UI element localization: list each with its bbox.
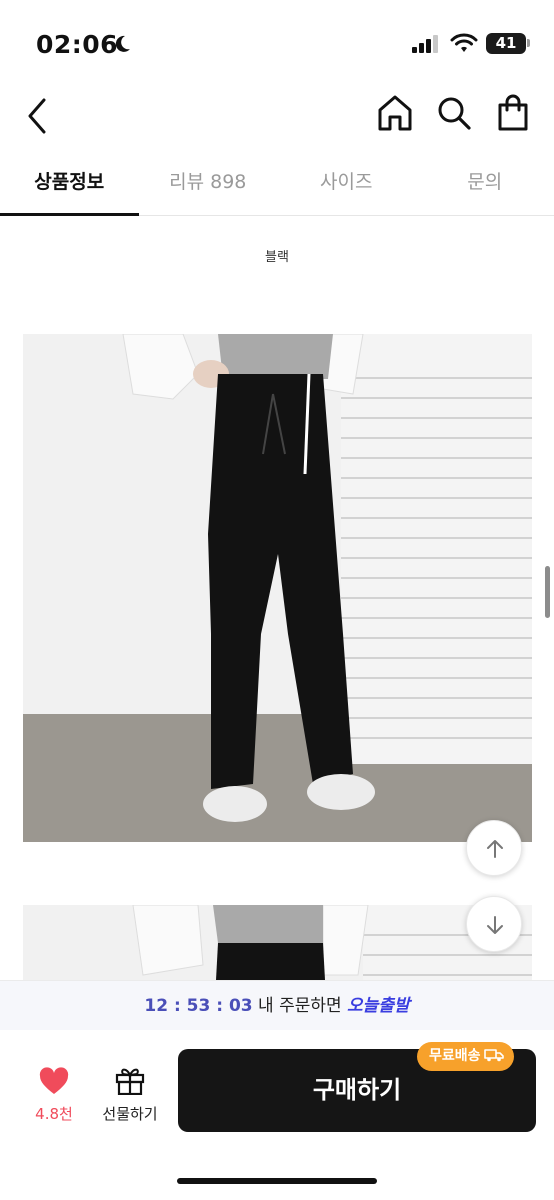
back-icon[interactable] bbox=[22, 94, 52, 138]
free-shipping-badge: 무료배송 bbox=[417, 1042, 514, 1071]
search-icon[interactable] bbox=[433, 92, 475, 134]
product-photo-second-illustration bbox=[23, 905, 532, 980]
home-indicator bbox=[177, 1178, 377, 1184]
color-label: 블랙 bbox=[265, 250, 289, 265]
tab-product-info[interactable]: 상품정보 bbox=[0, 150, 139, 216]
status-bar: 02:06 41 bbox=[0, 0, 554, 88]
gift-icon bbox=[115, 1068, 145, 1095]
scroll-to-bottom-button[interactable] bbox=[466, 896, 522, 952]
cellular-signal-icon bbox=[412, 35, 438, 53]
moon-icon bbox=[115, 35, 130, 52]
tab-size[interactable]: 사이즈 bbox=[277, 150, 416, 215]
product-photo bbox=[23, 334, 532, 842]
tab-inquiry[interactable]: 문의 bbox=[416, 150, 554, 215]
product-photo-illustration bbox=[23, 334, 532, 842]
heart-icon bbox=[39, 1067, 69, 1094]
truck-icon bbox=[483, 1048, 504, 1061]
like-button[interactable]: 4.8천 bbox=[24, 1063, 84, 1133]
same-day-shipping-label: 오늘출발 bbox=[347, 996, 410, 1016]
home-icon[interactable] bbox=[374, 92, 416, 134]
arrow-down-icon bbox=[487, 916, 503, 934]
product-photo-second bbox=[23, 905, 532, 980]
bottom-action-bar: 4.8천 선물하기 구매하기 무료배송 bbox=[0, 1031, 554, 1200]
battery-cap bbox=[527, 39, 530, 47]
gift-label: 선물하기 bbox=[102, 1105, 158, 1123]
scroll-to-top-button[interactable] bbox=[466, 820, 522, 876]
order-timer: 12 : 53 : 03 bbox=[144, 996, 253, 1016]
battery-indicator: 41 bbox=[486, 33, 526, 54]
product-tabs: 상품정보 리뷰 898 사이즈 문의 bbox=[0, 150, 554, 216]
arrow-up-icon bbox=[487, 840, 503, 858]
gift-button[interactable]: 선물하기 bbox=[96, 1063, 164, 1133]
tab-reviews[interactable]: 리뷰 898 bbox=[139, 150, 278, 215]
shipping-banner: 12 : 53 : 03 내 주문하면 오늘출발 bbox=[0, 980, 554, 1030]
free-shipping-label: 무료배송 bbox=[429, 1048, 481, 1064]
shipping-banner-text: 내 주문하면 bbox=[252, 996, 348, 1016]
top-nav bbox=[0, 88, 554, 148]
shopping-bag-icon[interactable] bbox=[492, 92, 534, 134]
wifi-icon bbox=[450, 33, 478, 52]
status-time: 02:06 bbox=[36, 30, 119, 59]
scrollbar[interactable] bbox=[545, 566, 550, 618]
like-count: 4.8천 bbox=[35, 1105, 73, 1123]
